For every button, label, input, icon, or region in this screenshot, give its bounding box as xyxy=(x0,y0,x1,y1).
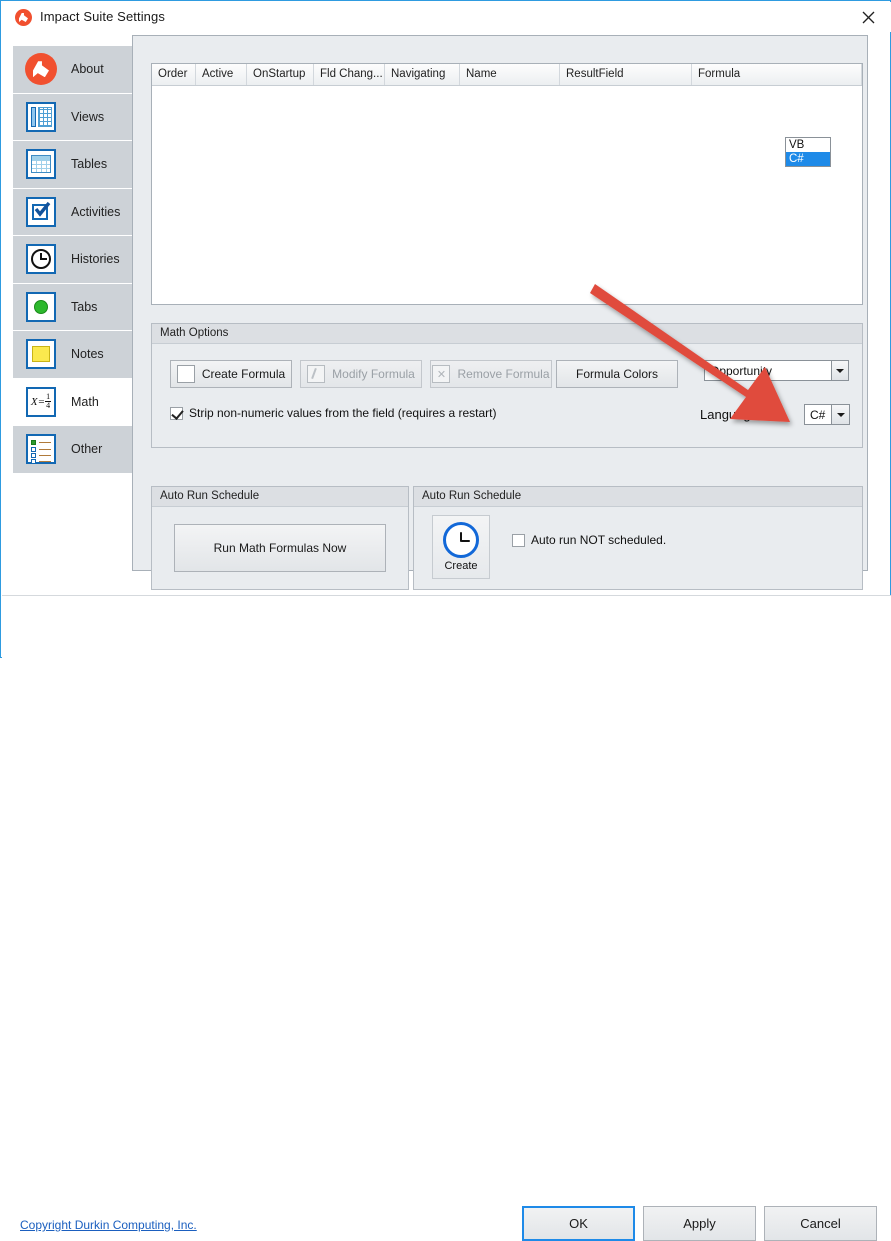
formula-colors-button[interactable]: Formula Colors xyxy=(556,360,678,388)
language-dropdown-list[interactable]: VB C# xyxy=(785,137,831,167)
apply-button[interactable]: Apply xyxy=(643,1206,756,1241)
copyright-link[interactable]: Copyright Durkin Computing, Inc. xyxy=(20,1218,197,1232)
settings-content-panel: Order Active OnStartup Fld Chang... Navi… xyxy=(132,35,868,590)
checkbox-box[interactable] xyxy=(512,533,525,547)
footer: Copyright Durkin Computing, Inc. OK Appl… xyxy=(2,596,891,1241)
checklist-icon xyxy=(25,433,57,465)
column-header-active[interactable]: Active xyxy=(196,64,247,85)
sidebar-item-notes[interactable]: Notes xyxy=(13,331,134,379)
window-title: Impact Suite Settings xyxy=(40,9,165,24)
button-label: Create xyxy=(444,560,478,572)
sidebar-item-tables[interactable]: Tables xyxy=(13,141,134,189)
title-bar: Impact Suite Settings xyxy=(2,2,891,32)
button-label: Cancel xyxy=(800,1216,841,1231)
group-title: Auto Run Schedule xyxy=(414,487,862,507)
sidebar-item-label: Other xyxy=(71,442,103,457)
button-label: Modify Formula xyxy=(332,367,415,381)
column-header-navigating[interactable]: Navigating xyxy=(385,64,460,85)
column-header-formula[interactable]: Formula xyxy=(692,64,862,85)
math-options-group: Math Options Create Formula Modify Formu… xyxy=(151,323,863,448)
checkbox-label: Strip non-numeric values from the field … xyxy=(189,406,497,420)
clock-icon xyxy=(443,522,479,558)
sticky-note-icon xyxy=(25,338,57,370)
sidebar-item-label: Activities xyxy=(71,204,121,219)
create-formula-button[interactable]: Create Formula xyxy=(170,360,292,388)
delete-x-icon: ✕ xyxy=(432,365,451,383)
chevron-down-icon[interactable] xyxy=(831,361,848,380)
button-label: Run Math Formulas Now xyxy=(213,541,347,555)
auto-run-schedule-left-group: Auto Run Schedule Run Math Formulas Now xyxy=(151,486,409,590)
language-select[interactable]: C# xyxy=(804,404,850,425)
clock-history-icon xyxy=(25,243,57,275)
sidebar-item-label: About xyxy=(71,62,104,77)
column-header-resultfield[interactable]: ResultField xyxy=(560,64,692,85)
language-select-value: C# xyxy=(810,407,826,422)
table-select[interactable]: Opportunity xyxy=(704,360,849,381)
modify-formula-button[interactable]: Modify Formula xyxy=(300,360,422,388)
green-circle-icon xyxy=(25,291,57,323)
sidebar-item-label: Math xyxy=(71,394,99,409)
language-option-vb[interactable]: VB xyxy=(786,138,830,152)
group-title: Auto Run Schedule xyxy=(152,487,408,507)
ok-button[interactable]: OK xyxy=(522,1206,635,1241)
create-schedule-button[interactable]: Create xyxy=(432,515,490,579)
button-label: Formula Colors xyxy=(575,367,659,381)
settings-window: Impact Suite Settings About Views Tables xyxy=(0,0,891,1241)
button-label: OK xyxy=(569,1216,588,1231)
formulas-listview[interactable]: Order Active OnStartup Fld Chang... Navi… xyxy=(151,63,863,305)
sidebar-item-about[interactable]: About xyxy=(13,46,134,94)
column-header-name[interactable]: Name xyxy=(460,64,560,85)
sidebar-item-label: Notes xyxy=(71,347,104,362)
fraction-icon: X= 1 4 xyxy=(25,386,57,418)
group-title: Math Options xyxy=(152,324,862,344)
checkbox-icon xyxy=(25,196,57,228)
button-label: Remove Formula xyxy=(457,367,550,381)
views-grid-icon xyxy=(25,101,57,133)
sidebar-item-histories[interactable]: Histories xyxy=(13,236,134,284)
run-math-formulas-now-button[interactable]: Run Math Formulas Now xyxy=(174,524,386,572)
auto-run-scheduled-checkbox[interactable]: Auto run NOT scheduled. xyxy=(512,533,666,547)
checkbox-label: Auto run NOT scheduled. xyxy=(531,533,667,547)
sidebar-item-tabs[interactable]: Tabs xyxy=(13,283,134,331)
sidebar: About Views Tables Activities Histories … xyxy=(13,46,146,476)
chevron-down-icon[interactable] xyxy=(831,405,849,424)
cancel-button[interactable]: Cancel xyxy=(764,1206,877,1241)
sidebar-item-activities[interactable]: Activities xyxy=(13,188,134,236)
pencil-icon xyxy=(307,365,326,383)
sidebar-item-math[interactable]: X= 1 4 Math xyxy=(13,378,146,426)
sidebar-item-label: Views xyxy=(71,109,105,124)
column-header-order[interactable]: Order xyxy=(152,64,196,85)
language-label: Language xyxy=(700,407,758,422)
sidebar-item-label: Tabs xyxy=(71,299,98,314)
button-label: Apply xyxy=(683,1216,716,1231)
sidebar-item-views[interactable]: Views xyxy=(13,93,134,141)
close-icon[interactable] xyxy=(845,2,891,32)
column-header-fld-changed[interactable]: Fld Chang... xyxy=(314,64,385,85)
listview-header: Order Active OnStartup Fld Chang... Navi… xyxy=(152,64,862,86)
table-icon xyxy=(25,148,57,180)
strip-nonnumeric-checkbox[interactable]: Strip non-numeric values from the field … xyxy=(170,406,496,420)
document-icon xyxy=(176,365,195,383)
sidebar-item-label: Histories xyxy=(71,252,120,267)
sidebar-item-label: Tables xyxy=(71,157,108,172)
plug-icon xyxy=(25,53,57,86)
sidebar-item-other[interactable]: Other xyxy=(13,426,134,474)
remove-formula-button[interactable]: ✕ Remove Formula xyxy=(430,360,552,388)
auto-run-schedule-right-group: Auto Run Schedule Create Auto run NOT sc… xyxy=(413,486,863,590)
button-label: Create Formula xyxy=(201,367,286,381)
plug-icon xyxy=(15,9,32,26)
column-header-onstartup[interactable]: OnStartup xyxy=(247,64,314,85)
table-select-value: Opportunity xyxy=(710,363,773,378)
language-option-csharp[interactable]: C# xyxy=(786,152,830,166)
checkbox-box[interactable] xyxy=(170,406,183,420)
